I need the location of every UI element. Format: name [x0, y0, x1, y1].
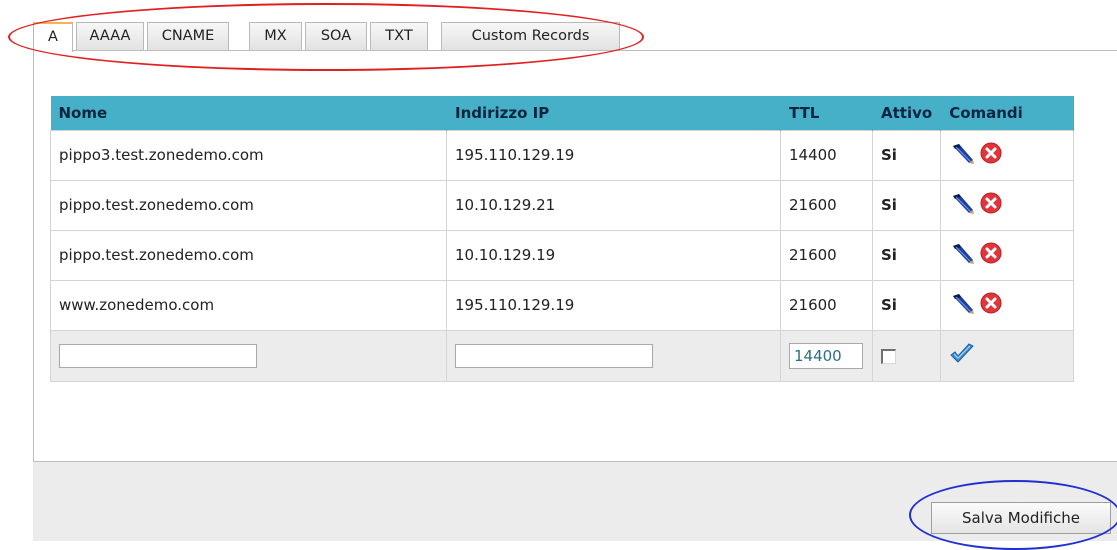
pencil-icon[interactable]: [949, 291, 975, 319]
tab-custom-records[interactable]: Custom Records: [441, 22, 620, 50]
cell-new-attivo: [871, 329, 942, 382]
tab-txt[interactable]: TXT: [370, 22, 428, 50]
pencil-icon[interactable]: [949, 241, 975, 269]
cell-ttl: 21600: [780, 229, 873, 281]
tab-cname[interactable]: CNAME: [147, 22, 229, 50]
cell-nome: pippo.test.zonedemo.com: [50, 229, 447, 281]
checkmark-icon[interactable]: [949, 342, 975, 369]
cell-nome: pippo.test.zonedemo.com: [50, 179, 447, 231]
new-record-row: [50, 329, 1075, 382]
table-header-row: Nome Indirizzo IP TTL Attivo Comandi: [50, 96, 1075, 130]
delete-icon[interactable]: [980, 142, 1002, 168]
column-header-comandi: Comandi: [940, 96, 1075, 130]
tab-a[interactable]: A: [33, 22, 73, 52]
cell-ttl: 21600: [780, 179, 873, 231]
cell-comandi: [940, 179, 1075, 231]
new-nome-input[interactable]: [59, 343, 257, 368]
cell-ttl: 14400: [780, 129, 873, 181]
column-header-indirizzo-ip: Indirizzo IP: [446, 96, 781, 130]
table-row: www.zonedemo.com 195.110.129.19 21600 Si: [50, 279, 1075, 331]
cell-ip: 10.10.129.21: [446, 179, 781, 231]
column-header-nome: Nome: [50, 96, 447, 130]
column-header-attivo: Attivo: [872, 96, 942, 130]
a-records-table: Nome Indirizzo IP TTL Attivo Comandi pip…: [50, 96, 1075, 382]
tab-mx[interactable]: MX: [249, 22, 302, 50]
attivo-checkbox[interactable]: [881, 348, 896, 364]
record-type-tabs: A AAAA CNAME MX SOA TXT Custom Records: [33, 0, 1117, 52]
cell-ip: 10.10.129.19: [446, 229, 781, 281]
new-ip-input[interactable]: [455, 343, 653, 368]
cell-new-ttl: [780, 329, 873, 382]
delete-icon[interactable]: [980, 242, 1002, 268]
cell-new-comandi: [940, 329, 1075, 382]
cell-comandi: [940, 279, 1075, 331]
pencil-icon[interactable]: [949, 141, 975, 169]
cell-comandi: [940, 229, 1075, 281]
cell-attivo: Si: [871, 129, 942, 181]
cell-attivo: Si: [871, 179, 942, 231]
cell-ttl: 21600: [780, 279, 873, 331]
save-changes-button[interactable]: Salva Modifiche: [931, 502, 1111, 534]
table-row: pippo.test.zonedemo.com 10.10.129.19 216…: [50, 229, 1075, 281]
delete-icon[interactable]: [980, 292, 1002, 318]
cell-ip: 195.110.129.19: [446, 129, 781, 181]
cell-new-ip: [446, 329, 781, 382]
cell-ip: 195.110.129.19: [446, 279, 781, 331]
cell-nome: www.zonedemo.com: [50, 279, 447, 331]
cell-comandi: [940, 129, 1075, 181]
table-row: pippo3.test.zonedemo.com 195.110.129.19 …: [50, 129, 1075, 181]
cell-nome: pippo3.test.zonedemo.com: [50, 129, 447, 181]
new-ttl-input[interactable]: [789, 342, 863, 369]
cell-attivo: Si: [871, 229, 942, 281]
tab-soa[interactable]: SOA: [305, 22, 367, 50]
cell-new-nome: [50, 329, 447, 382]
column-header-ttl: TTL: [780, 96, 873, 130]
tab-aaaa[interactable]: AAAA: [76, 22, 144, 50]
table-row: pippo.test.zonedemo.com 10.10.129.21 216…: [50, 179, 1075, 231]
pencil-icon[interactable]: [949, 191, 975, 219]
cell-attivo: Si: [871, 279, 942, 331]
delete-icon[interactable]: [980, 192, 1002, 218]
